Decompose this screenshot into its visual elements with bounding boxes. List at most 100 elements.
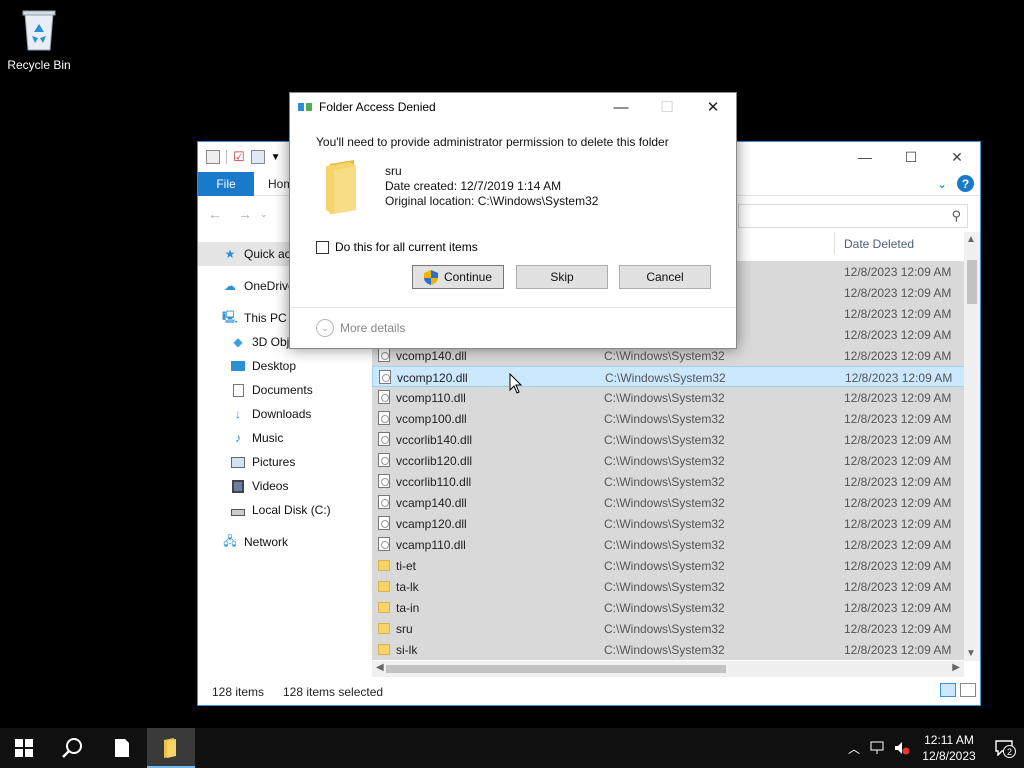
taskbar: ︿ 12:11 AM 12/8/2023 2 [0, 728, 1024, 768]
new-folder-qat-icon[interactable] [250, 150, 265, 164]
picture-icon [230, 455, 246, 469]
nav-item-local-disk[interactable]: Local Disk (C:) [198, 498, 370, 522]
file-name: vcomp140.dll [396, 349, 467, 363]
original-location: C:\Windows\System32 [604, 538, 725, 552]
file-name: vcomp110.dll [396, 391, 466, 405]
clock-time: 12:11 AM [924, 733, 974, 747]
original-location: C:\Windows\System32 [604, 412, 725, 426]
cancel-button[interactable]: Cancel [619, 265, 711, 289]
date-deleted: 12/8/2023 12:09 AM [844, 580, 952, 594]
original-location: C:\Windows\System32 [604, 517, 725, 531]
nav-item-music[interactable]: ♪ Music [198, 426, 370, 450]
table-row[interactable]: si-lk C:\Windows\System32 12/8/2023 12:09 … [372, 639, 966, 660]
vertical-scroll-thumb[interactable] [967, 260, 977, 304]
nav-label: Network [244, 535, 289, 549]
qat-separator [226, 150, 227, 164]
show-hidden-icons-icon[interactable]: ︿ [842, 740, 866, 757]
desktop-icon [230, 359, 246, 373]
table-row[interactable]: ta-in C:\Windows\System32 12/8/2023 12:09 … [372, 597, 966, 618]
large-icons-view-icon[interactable] [960, 683, 976, 697]
taskbar-file-app[interactable] [98, 728, 146, 768]
nav-item-pictures[interactable]: Pictures [198, 450, 370, 474]
dll-file-icon [379, 370, 391, 384]
close-button[interactable]: ✕ [934, 142, 980, 172]
search-taskbar-button[interactable] [48, 728, 96, 768]
apply-to-all-checkbox-row[interactable]: Do this for all current items [316, 240, 478, 254]
table-row[interactable]: sru C:\Windows\System32 12/8/2023 12:09 AM [372, 618, 966, 639]
table-row[interactable]: vcomp110.dll C:\Windows\System32 12/8/2023… [372, 387, 966, 408]
recent-locations-icon[interactable]: ⌄ [260, 209, 268, 222]
clock[interactable]: 12:11 AM 12/8/2023 [914, 732, 984, 764]
network-status-icon[interactable] [866, 741, 890, 755]
vertical-scrollbar[interactable]: ▲ ▼ [964, 232, 980, 661]
document-icon [115, 739, 129, 757]
table-row[interactable]: vccorlib120.dll C:\Windows\System32 12/8/2… [372, 450, 966, 471]
table-row[interactable]: vcamp110.dll C:\Windows\System32 12/8/2023… [372, 534, 966, 555]
start-button[interactable] [0, 728, 48, 768]
details-view-icon[interactable] [940, 683, 956, 697]
nav-label: Downloads [252, 407, 312, 421]
nav-label: Documents [252, 383, 313, 397]
apply-to-all-checkbox[interactable] [316, 240, 329, 254]
more-details-toggle[interactable]: ⌄ More details [316, 319, 405, 337]
table-row[interactable]: vcamp140.dll C:\Windows\System32 12/8/2023… [372, 492, 966, 513]
table-row[interactable]: ta-lk C:\Windows\System32 12/8/2023 12:09 … [372, 576, 966, 597]
column-date-deleted[interactable]: Date Deleted [844, 237, 914, 251]
file-name: vccorlib110.dll [396, 475, 472, 489]
original-location: C:\Windows\System32 [604, 391, 725, 405]
skip-button[interactable]: Skip [516, 265, 608, 289]
action-center-button[interactable]: 2 [984, 740, 1024, 758]
folder-icon [378, 602, 390, 613]
expand-ribbon-icon[interactable]: ⌄ [937, 177, 947, 191]
horizontal-scroll-thumb[interactable] [386, 665, 726, 673]
horizontal-scrollbar[interactable]: ◀ ▶ [372, 661, 964, 677]
uac-shield-icon [423, 269, 438, 285]
continue-button[interactable]: Continue [412, 265, 504, 289]
nav-item-desktop[interactable]: Desktop [198, 354, 370, 378]
volume-muted-icon[interactable] [890, 741, 914, 755]
nav-label: Quick ac [244, 247, 291, 261]
table-row[interactable]: ti-et C:\Windows\System32 12/8/2023 12:09 … [372, 555, 966, 576]
cube-icon: ◆ [233, 335, 243, 349]
date-deleted: 12/8/2023 12:09 AM [844, 433, 952, 447]
recycle-bin-small-icon [206, 150, 220, 164]
properties-qat-icon[interactable]: ☑ [233, 149, 245, 165]
maximize-button[interactable]: ☐ [888, 142, 934, 172]
nav-label: Local Disk (C:) [252, 503, 331, 517]
search-input[interactable]: ⚲ [738, 204, 968, 228]
dll-file-icon [378, 390, 390, 404]
column-divider[interactable] [834, 232, 835, 254]
forward-icon[interactable]: → [238, 206, 252, 222]
original-location: C:\Windows\System32 [604, 601, 725, 615]
help-icon[interactable]: ? [957, 175, 974, 192]
table-row[interactable]: vcomp100.dll C:\Windows\System32 12/8/2023… [372, 408, 966, 429]
film-icon [230, 479, 246, 493]
file-name: ti-et [396, 559, 417, 573]
dialog-minimize-button[interactable]: — [598, 93, 644, 121]
back-icon[interactable]: ← [208, 206, 222, 222]
tab-file[interactable]: File [198, 172, 254, 196]
date-deleted: 12/8/2023 12:09 AM [844, 601, 952, 615]
scroll-down-icon[interactable]: ▼ [966, 648, 976, 659]
taskbar-file-explorer[interactable] [147, 728, 195, 768]
minimize-button[interactable]: — [842, 142, 888, 172]
table-row[interactable]: vccorlib140.dll C:\Windows\System32 12/8/2… [372, 429, 966, 450]
explorer-window-controls: — ☐ ✕ [842, 142, 980, 172]
date-deleted: 12/8/2023 12:09 AM [844, 643, 952, 657]
scroll-right-icon[interactable]: ▶ [952, 662, 960, 673]
scroll-up-icon[interactable]: ▲ [966, 234, 976, 245]
original-location: C:\Windows\System32 [604, 622, 725, 636]
original-location: C:\Windows\System32 [604, 475, 725, 489]
nav-item-downloads[interactable]: ↓ Downloads [198, 402, 370, 426]
nav-item-videos[interactable]: Videos [198, 474, 370, 498]
nav-item-network[interactable]: 🖧 Network [198, 530, 370, 554]
table-row[interactable]: vccorlib110.dll C:\Windows\System32 12/8/2… [372, 471, 966, 492]
scroll-left-icon[interactable]: ◀ [376, 662, 384, 673]
nav-item-documents[interactable]: Documents [198, 378, 370, 402]
qat-dropdown-icon[interactable]: ▼ [271, 152, 281, 163]
dialog-close-button[interactable]: ✕ [690, 93, 736, 121]
table-row[interactable]: vcomp120.dll C:\Windows\System32 12/8/2023… [372, 366, 966, 387]
table-row[interactable]: vcamp120.dll C:\Windows\System32 12/8/2023… [372, 513, 966, 534]
folder-access-denied-dialog: Folder Access Denied — ☐ ✕ You'll need t… [289, 92, 737, 349]
recycle-bin-shortcut[interactable]: Recycle Bin [4, 6, 74, 72]
